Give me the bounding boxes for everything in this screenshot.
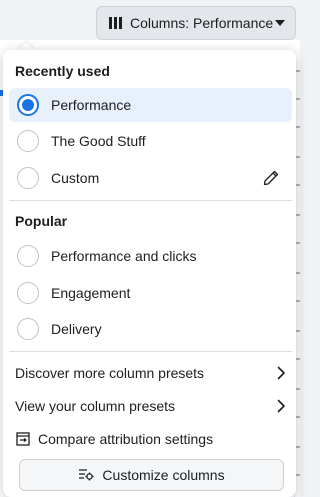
option-performance-and-clicks[interactable]: Performance and clicks (9, 239, 292, 273)
discover-presets-link[interactable]: Discover more column presets (9, 358, 292, 388)
option-label: The Good Stuff (51, 133, 146, 149)
link-label: View your column presets (15, 398, 176, 414)
customize-columns-icon (79, 469, 94, 481)
compare-attribution-icon (16, 432, 30, 446)
customize-button-label: Customize columns (102, 467, 225, 483)
chevron-right-icon (277, 399, 285, 413)
option-label: Custom (51, 170, 100, 186)
radio-unchecked[interactable] (17, 130, 39, 152)
link-label: Compare attribution settings (38, 431, 214, 447)
radio-unchecked[interactable] (17, 282, 39, 304)
radio-unchecked[interactable] (17, 167, 39, 189)
caret-down-icon (275, 20, 285, 26)
option-label: Delivery (51, 321, 102, 337)
option-performance[interactable]: Performance (9, 88, 292, 122)
view-presets-link[interactable]: View your column presets (9, 391, 292, 421)
option-the-good-stuff[interactable]: The Good Stuff (9, 124, 292, 158)
section-title-popular: Popular (15, 213, 68, 229)
section-divider (9, 200, 292, 201)
option-engagement[interactable]: Engagement (9, 276, 292, 310)
columns-icon (109, 17, 122, 29)
columns-dropdown-button[interactable]: Columns: Performance (96, 6, 296, 40)
compare-attribution-link[interactable]: Compare attribution settings (9, 424, 292, 454)
radio-checked[interactable] (17, 94, 39, 116)
customize-columns-button[interactable]: Customize columns (19, 459, 284, 491)
radio-unchecked[interactable] (17, 245, 39, 267)
section-title-recently-used: Recently used (15, 63, 110, 79)
radio-unchecked[interactable] (17, 318, 39, 340)
chevron-right-icon (277, 366, 285, 380)
pencil-icon[interactable] (262, 169, 280, 187)
link-label: Discover more column presets (15, 365, 205, 381)
option-label: Engagement (51, 285, 131, 301)
option-label: Performance and clicks (51, 248, 197, 264)
columns-button-label: Columns: Performance (130, 15, 274, 31)
option-label: Performance (51, 97, 132, 113)
option-custom[interactable]: Custom (9, 161, 292, 195)
section-divider (9, 351, 292, 352)
columns-dropdown-menu: Recently used Performance The Good Stuff… (3, 50, 296, 497)
option-delivery[interactable]: Delivery (9, 312, 292, 346)
